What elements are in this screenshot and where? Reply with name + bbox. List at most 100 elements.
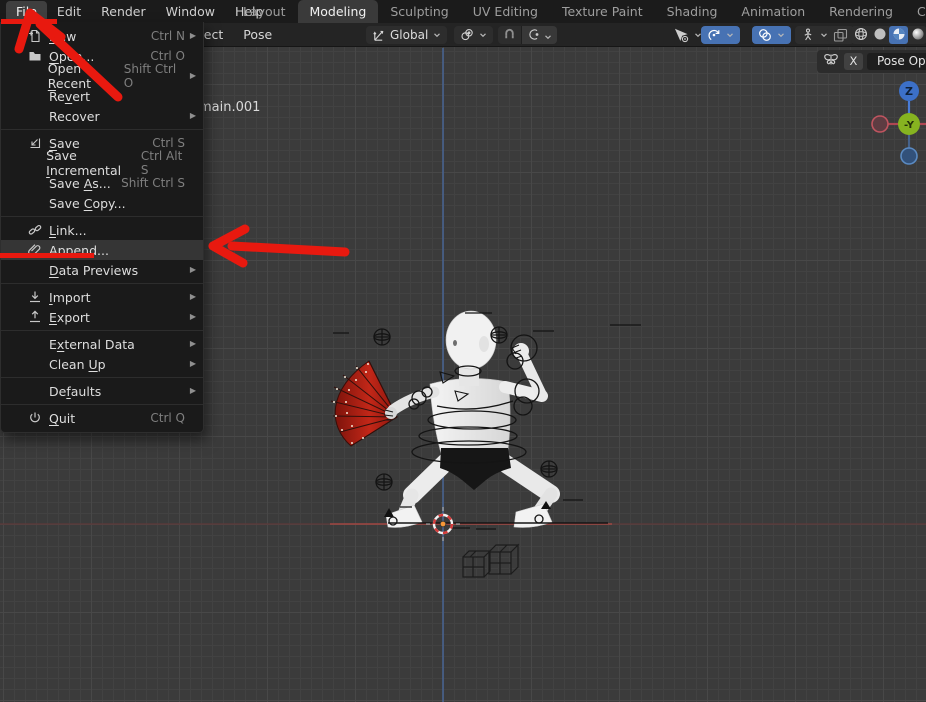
workspace-tab-rendering[interactable]: Rendering xyxy=(817,0,905,23)
menu-item-recover[interactable]: Recover ▶ xyxy=(1,106,203,126)
pose-options-dropdown[interactable]: Pose Options xyxy=(867,53,926,70)
menu-item-data-previews[interactable]: Data Previews ▶ xyxy=(1,260,203,280)
chevron-down-icon xyxy=(433,31,441,39)
workspace-tab-compositing[interactable]: Compositing xyxy=(905,0,926,23)
menu-item-clean-up[interactable]: Clean Up▶ xyxy=(1,354,203,374)
butterfly-mirror-icon[interactable] xyxy=(822,52,840,71)
pivot-point-dropdown[interactable] xyxy=(454,26,493,44)
menu-separator xyxy=(1,377,203,378)
mirror-x-axis-toggle[interactable]: X xyxy=(844,53,863,70)
shading-rendered-button[interactable] xyxy=(908,26,926,44)
transform-orientation-dropdown[interactable]: Global xyxy=(366,26,447,44)
shading-material-preview-button[interactable] xyxy=(889,26,908,44)
workspace-tab-uv-editing[interactable]: UV Editing xyxy=(461,0,550,23)
topbar: FileEditRenderWindowHelp LayoutModelingS… xyxy=(0,0,926,23)
quit-icon xyxy=(1,411,49,425)
show-overlays-toggle[interactable] xyxy=(752,26,791,44)
toggle-xray-button[interactable] xyxy=(827,26,854,44)
menu-item-shortcut: Ctrl N xyxy=(151,29,185,43)
submenu-arrow-icon: ▶ xyxy=(185,106,196,126)
menu-separator xyxy=(1,404,203,405)
xray-icon xyxy=(833,28,848,43)
workspace-tab-shading[interactable]: Shading xyxy=(655,0,730,23)
snap-target-icon xyxy=(527,26,540,44)
submenu-arrow-icon: ▶ xyxy=(185,307,196,327)
submenu-arrow-icon: ▶ xyxy=(185,287,196,307)
import-icon xyxy=(1,290,49,304)
menu-item-shortcut: Ctrl S xyxy=(152,136,185,150)
shading-wireframe-icon xyxy=(854,26,868,45)
gizmo-icon xyxy=(707,28,721,42)
menu-item-label: Link... xyxy=(49,223,87,238)
menu-item-shortcut: Shift Ctrl O xyxy=(124,62,186,90)
menu-item-label: Save As... xyxy=(49,176,111,191)
chevron-down-icon xyxy=(726,31,734,39)
menu-item-append[interactable]: Append... xyxy=(1,240,203,260)
menu-item-save-incremental[interactable]: Save IncrementalCtrl Alt S xyxy=(1,153,203,173)
orientation-axes-icon xyxy=(372,29,385,42)
menu-item-label: Quit xyxy=(49,411,75,426)
chevron-down-icon xyxy=(479,31,487,39)
menu-item-shortcut: Ctrl Q xyxy=(150,411,185,425)
menu-item-label: Revert xyxy=(49,89,90,104)
menu-separator xyxy=(1,129,203,130)
save-icon xyxy=(1,136,49,150)
menu-item-label: Append... xyxy=(49,243,109,258)
workspace-tab-layout[interactable]: Layout xyxy=(231,0,298,23)
new-file-icon xyxy=(1,29,49,43)
snap-toggle-button[interactable] xyxy=(498,26,521,44)
stick-figure-icon xyxy=(801,28,815,42)
append-icon xyxy=(1,243,49,257)
menu-item-quit[interactable]: Quit Ctrl Q xyxy=(1,408,203,428)
workspace-tabs: LayoutModelingSculptingUV EditingTexture… xyxy=(231,0,926,23)
menu-item-label: Recover xyxy=(49,109,100,124)
export-icon xyxy=(1,310,49,324)
menu-item-label: Defaults xyxy=(49,384,101,399)
chevron-down-icon xyxy=(777,31,785,39)
menubar-file[interactable]: File xyxy=(6,1,47,22)
submenu-arrow-icon: ▶ xyxy=(185,260,196,280)
submenu-arrow-icon: ▶ xyxy=(185,26,196,46)
pose-tool-settings: X Pose Options xyxy=(817,50,926,73)
menu-item-save-copy[interactable]: Save Copy... xyxy=(1,193,203,213)
menu-item-shortcut: Ctrl O xyxy=(150,49,185,63)
menubar-window[interactable]: Window xyxy=(156,0,225,23)
show-gizmos-toggle[interactable] xyxy=(701,26,740,44)
shading-material-icon xyxy=(892,26,906,45)
magnet-icon xyxy=(503,26,516,44)
menu-separator xyxy=(1,330,203,331)
menu-item-import[interactable]: Import▶ xyxy=(1,287,203,307)
menu-item-defaults[interactable]: Defaults ▶ xyxy=(1,381,203,401)
menu-item-label: Open Recent xyxy=(48,61,124,91)
menu-item-save-as[interactable]: Save As...Shift Ctrl S xyxy=(1,173,203,193)
menu-item-open-recent[interactable]: Open RecentShift Ctrl O▶ xyxy=(1,66,203,86)
active-object-label: main.001 xyxy=(199,100,260,115)
menu-item-export[interactable]: Export▶ xyxy=(1,307,203,327)
menu-item-external-data[interactable]: External Data▶ xyxy=(1,334,203,354)
menubar-render[interactable]: Render xyxy=(91,0,156,23)
workspace-tab-modeling[interactable]: Modeling xyxy=(298,0,379,23)
workspace-tab-texture-paint[interactable]: Texture Paint xyxy=(550,0,655,23)
snap-controls xyxy=(498,26,557,44)
menu-item-new[interactable]: NewCtrl N▶ xyxy=(1,26,203,46)
menu-item-link[interactable]: Link... xyxy=(1,220,203,240)
overlays-icon xyxy=(758,28,772,42)
viewport-menu-pose[interactable]: Pose xyxy=(233,23,282,47)
menubar-edit[interactable]: Edit xyxy=(47,0,91,23)
menu-separator xyxy=(1,216,203,217)
submenu-arrow-icon: ▶ xyxy=(185,381,196,401)
menu-item-label: Data Previews xyxy=(49,263,138,278)
shading-wireframe-button[interactable] xyxy=(851,26,870,44)
menu-item-shortcut: Ctrl Alt S xyxy=(141,149,187,177)
workspace-tab-sculpting[interactable]: Sculpting xyxy=(378,0,460,23)
submenu-arrow-icon: ▶ xyxy=(186,66,196,86)
submenu-arrow-icon: ▶ xyxy=(185,354,196,374)
workspace-tab-animation[interactable]: Animation xyxy=(729,0,817,23)
snap-settings-dropdown[interactable] xyxy=(521,26,557,44)
chevron-down-icon xyxy=(544,26,552,44)
menu-item-label: Save Incremental xyxy=(46,148,141,178)
submenu-arrow-icon: ▶ xyxy=(185,334,196,354)
shading-solid-button[interactable] xyxy=(870,26,889,44)
open-folder-icon xyxy=(1,49,49,63)
menu-item-label: Save Copy... xyxy=(49,196,126,211)
